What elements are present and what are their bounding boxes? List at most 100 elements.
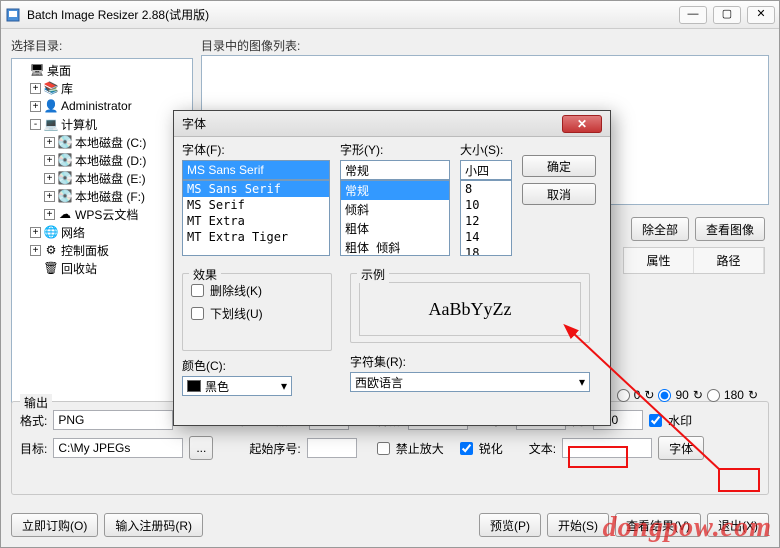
sample-box: AaBbYyZz: [359, 282, 581, 336]
tree-label: 回收站: [61, 260, 97, 277]
buy-button[interactable]: 立即订购(O): [11, 513, 98, 537]
tree-label: 桌面: [47, 62, 71, 79]
exit-button[interactable]: 退出(X): [707, 513, 769, 537]
close-button[interactable]: ✕: [747, 6, 775, 24]
tree-item[interactable]: 🗑回收站: [14, 259, 190, 277]
tree-label: 控制面板: [61, 242, 109, 259]
tree-toggle[interactable]: -: [30, 119, 41, 130]
font-style-list[interactable]: 常规倾斜粗体粗体 倾斜: [340, 180, 450, 256]
rotate-0-radio[interactable]: [617, 389, 630, 402]
list-item[interactable]: MS Sans Serif: [183, 181, 329, 197]
list-item[interactable]: 8: [461, 181, 511, 197]
register-button[interactable]: 输入注册码(R): [104, 513, 203, 537]
list-item[interactable]: 粗体: [341, 219, 449, 238]
start-seq-label: 起始序号:: [249, 440, 300, 457]
font-size-list[interactable]: 81012141824: [460, 180, 512, 256]
list-item[interactable]: 10: [461, 197, 511, 213]
tree-item[interactable]: +💽本地磁盘 (F:): [14, 187, 190, 205]
tree-item[interactable]: +💽本地磁盘 (E:): [14, 169, 190, 187]
tree-toggle[interactable]: +: [30, 227, 41, 238]
tree-item[interactable]: +💽本地磁盘 (D:): [14, 151, 190, 169]
charset-select[interactable]: 西欧语言 ▾: [350, 372, 590, 392]
th-path: 路径: [694, 248, 764, 273]
tree-item[interactable]: +🌐网络: [14, 223, 190, 241]
tree-toggle[interactable]: +: [30, 101, 41, 112]
tree-label: 网络: [61, 224, 85, 241]
font-name-list[interactable]: MS Sans SerifMS SerifMT ExtraMT Extra Ti…: [182, 180, 330, 256]
list-item[interactable]: 12: [461, 213, 511, 229]
text-label: 文本:: [529, 440, 556, 457]
list-item[interactable]: 14: [461, 229, 511, 245]
tree-item[interactable]: +👤Administrator: [14, 97, 190, 115]
sharpen-label: 锐化: [479, 440, 503, 457]
tree-toggle[interactable]: +: [44, 209, 55, 220]
clear-all-button[interactable]: 除全部: [631, 217, 689, 241]
view-result-button[interactable]: 查看结果(V): [615, 513, 701, 537]
minimize-button[interactable]: —: [679, 6, 707, 24]
watermark-checkbox[interactable]: [649, 414, 662, 427]
ok-button[interactable]: 确定: [522, 155, 596, 177]
folder-icon: 📚: [43, 81, 59, 95]
rotate-90-radio[interactable]: [658, 389, 671, 402]
color-select[interactable]: 黑色 ▾: [182, 376, 292, 396]
list-item[interactable]: 18: [461, 245, 511, 256]
table-header: 属性 路径: [623, 247, 765, 274]
font-button[interactable]: 字体: [658, 436, 704, 460]
list-item[interactable]: 倾斜: [341, 200, 449, 219]
tree-item[interactable]: +📚库: [14, 79, 190, 97]
font-dialog-close-button[interactable]: ✕: [562, 115, 602, 133]
forbid-enlarge-checkbox[interactable]: [377, 442, 390, 455]
watermark-label: 水印: [668, 412, 692, 429]
folder-icon: ☁: [57, 207, 73, 221]
font-style-input[interactable]: 常规: [340, 160, 450, 180]
rotate-180-radio[interactable]: [707, 389, 720, 402]
folder-icon: ⚙: [43, 243, 59, 257]
tree-item[interactable]: 🖥桌面: [14, 61, 190, 79]
tree-item[interactable]: +💽本地磁盘 (C:): [14, 133, 190, 151]
underline-checkbox[interactable]: [191, 307, 204, 320]
tree-label: 计算机: [61, 116, 97, 133]
start-seq-input[interactable]: [307, 438, 357, 458]
tree-label: Administrator: [61, 99, 132, 113]
folder-icon: 🗑: [43, 261, 59, 275]
tree-toggle[interactable]: +: [44, 155, 55, 166]
tree-toggle[interactable]: +: [30, 245, 41, 256]
window-title: Batch Image Resizer 2.88(试用版): [27, 6, 679, 23]
tree-toggle[interactable]: +: [44, 191, 55, 202]
folder-icon: 💽: [57, 135, 73, 149]
font-dialog-titlebar[interactable]: 字体 ✕: [174, 111, 610, 137]
list-item[interactable]: 常规: [341, 181, 449, 200]
tree-label: WPS云文档: [75, 206, 138, 223]
folder-icon: 💻: [43, 117, 59, 131]
th-attr: 属性: [624, 248, 694, 273]
list-item[interactable]: MT Extra Tiger: [183, 229, 329, 245]
strikethrough-checkbox[interactable]: [191, 284, 204, 297]
list-item[interactable]: MT Extra: [183, 213, 329, 229]
tree-item[interactable]: +⚙控制面板: [14, 241, 190, 259]
tree-item[interactable]: -💻计算机: [14, 115, 190, 133]
list-item[interactable]: MS Serif: [183, 197, 329, 213]
start-button[interactable]: 开始(S): [547, 513, 609, 537]
select-dir-label: 选择目录:: [11, 37, 193, 54]
app-icon: [5, 7, 21, 23]
tree-item[interactable]: +☁WPS云文档: [14, 205, 190, 223]
folder-icon: 💽: [57, 189, 73, 203]
tree-toggle[interactable]: +: [30, 83, 41, 94]
browse-button[interactable]: ...: [189, 436, 213, 460]
tree-label: 库: [61, 80, 73, 97]
font-name-input[interactable]: MS Sans Serif: [182, 160, 330, 180]
target-input[interactable]: [53, 438, 183, 458]
cancel-button[interactable]: 取消: [522, 183, 596, 205]
sharpen-checkbox[interactable]: [460, 442, 473, 455]
maximize-button[interactable]: ▢: [713, 6, 741, 24]
directory-tree[interactable]: 🖥桌面+📚库+👤Administrator-💻计算机+💽本地磁盘 (C:)+💽本…: [11, 58, 193, 408]
view-image-button[interactable]: 查看图像: [695, 217, 765, 241]
text-input[interactable]: [562, 438, 652, 458]
preview-button[interactable]: 预览(P): [479, 513, 541, 537]
format-select[interactable]: [53, 410, 173, 430]
forbid-enlarge-label: 禁止放大: [396, 440, 444, 457]
font-size-input[interactable]: 小四: [460, 160, 512, 180]
list-item[interactable]: 粗体 倾斜: [341, 238, 449, 256]
tree-toggle[interactable]: +: [44, 137, 55, 148]
tree-toggle[interactable]: +: [44, 173, 55, 184]
